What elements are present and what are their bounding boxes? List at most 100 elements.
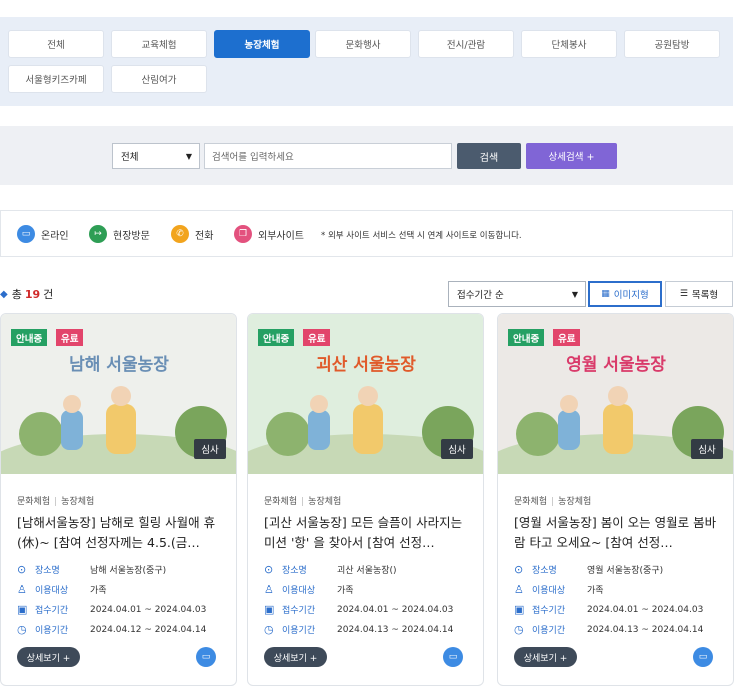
separator: | [301,497,305,507]
place-label: 장소명 [282,566,307,576]
category-tab[interactable]: 공원탐방 [624,30,720,58]
poster-title: 영월 서울농장 [566,355,666,375]
monitor-icon: ▭ [196,647,216,667]
location-pin-icon: ⊙ [17,563,27,576]
card-title[interactable]: [괴산 서울농장] 모든 슬픔이 사라지는 미션 '항' 을 찾아서 [참여 선… [264,513,470,553]
poster-title: 남해 서울농장 [69,355,169,375]
person-icon: ♙ [514,583,524,596]
apply-label: 접수기간 [532,606,566,616]
place-label: 장소명 [532,566,557,576]
location-pin-icon: ⊙ [264,563,274,576]
monitor-icon: ▭ [17,225,35,243]
person-icon: ♙ [17,583,27,596]
clock-icon: ◷ [514,623,524,636]
method-legend: ▭ 온라인 ↦ 현장방문 ✆ 전화 ❐ 외부사이트 * 외부 사이트 서비스 선… [0,210,733,257]
legend-phone-label: 전화 [195,230,214,242]
program-card[interactable]: 영월 서울농장 안내중 유료 심사 문화체험 | 농장체험 [영월 서울농장] 봄이… [497,313,734,686]
place-label: 장소명 [35,566,60,576]
target-value: 가족 [587,586,604,596]
place-value: 괴산 서울농장() [337,566,397,576]
card-category: 문화체험 [514,497,548,507]
category-tab[interactable]: 전시/관람 [418,30,514,58]
card-category: 농장체험 [308,497,342,507]
legend-external: ❐ 외부사이트 [234,225,304,243]
place-row: ⊙ 장소명 영월 서울농장(중구) [514,563,663,576]
category-tab[interactable]: 전체 [8,30,104,58]
location-pin-icon: ⊙ [514,563,524,576]
detail-button[interactable]: 상세보기 + [17,647,80,667]
fee-badge: 유료 [553,329,581,346]
door-enter-icon: ↦ [89,225,107,243]
place-value: 영월 서울농장(중구) [587,566,664,576]
use-label: 이용기간 [35,626,69,636]
result-count-prefix: 총 [11,288,22,301]
stack-icon: ◆ [0,288,8,300]
program-card[interactable]: 남해 서울농장 안내중 유료 심사 문화체험 | 농장체험 [남해서울농장] 남해로… [0,313,237,686]
chevron-down-icon: ▼ [185,152,192,161]
sort-value: 접수기간 순 [457,290,504,301]
apply-value: 2024.04.01 ~ 2024.04.03 [587,604,704,615]
search-button[interactable]: 검색 [457,143,521,169]
result-count: ◆ 총 19 건 [0,286,53,302]
monitor-icon: ▭ [693,647,713,667]
legend-online-label: 온라인 [41,230,69,242]
card-category: 농장체험 [558,497,592,507]
clock-icon: ◷ [264,623,274,636]
use-value: 2024.04.13 ~ 2024.04.14 [337,624,454,635]
detail-button[interactable]: 상세보기 + [514,647,577,667]
sort-select[interactable]: 접수기간 순 ▼ [448,281,586,307]
clock-icon: ◷ [17,623,27,636]
grid-icon: ▦ [601,289,610,299]
use-row: ◷ 이용기간 2024.04.13 ~ 2024.04.14 [514,623,703,636]
target-row: ♙ 이용대상 가족 [264,583,354,596]
fee-badge: 유료 [56,329,84,346]
category-tab[interactable]: 교육체험 [111,30,207,58]
category-tab[interactable]: 산림여가 [111,65,207,93]
advanced-search-button[interactable]: 상세검색 + [526,143,617,169]
result-count-suffix: 건 [43,288,54,301]
review-badge: 심사 [441,439,473,459]
apply-label: 접수기간 [35,606,69,616]
search-scope-select[interactable]: 전체 ▼ [112,143,200,169]
program-card[interactable]: 괴산 서울농장 안내중 유료 심사 문화체험 | 농장체험 [괴산 서울농장] 모든… [247,313,484,686]
review-badge: 심사 [691,439,723,459]
card-categories: 문화체험 | 농장체험 [17,494,94,507]
card-category: 문화체험 [17,497,51,507]
status-badge: 안내중 [508,329,545,346]
status-badge: 안내중 [258,329,295,346]
apply-row: ▣ 접수기간 2024.04.01 ~ 2024.04.03 [514,603,703,616]
phone-icon: ✆ [171,225,189,243]
card-categories: 문화체험 | 농장체험 [514,494,591,507]
use-value: 2024.04.12 ~ 2024.04.14 [90,624,207,635]
card-title[interactable]: [영월 서울농장] 봄이 오는 영월로 봄바람 타고 오세요~ [참여 선정… [514,513,720,553]
apply-value: 2024.04.01 ~ 2024.04.03 [90,604,207,615]
category-tab[interactable]: 농장체험 [214,30,310,58]
place-row: ⊙ 장소명 괴산 서울농장() [264,563,397,576]
category-tab[interactable]: 문화행사 [315,30,411,58]
category-tab[interactable]: 단체봉사 [521,30,617,58]
list-icon: ☰ [679,289,688,299]
status-badge: 안내중 [11,329,48,346]
result-count-number: 19 [24,287,41,301]
card-categories: 문화체험 | 농장체험 [264,494,341,507]
target-row: ♙ 이용대상 가족 [514,583,604,596]
target-label: 이용대상 [282,586,316,596]
review-badge: 심사 [194,439,226,459]
fee-badge: 유료 [303,329,331,346]
view-list-button[interactable]: ☰ 목록형 [665,281,733,307]
calendar-icon: ▣ [514,603,525,616]
view-image-button[interactable]: ▦ 이미지형 [588,281,662,307]
use-label: 이용기간 [532,626,566,636]
separator: | [54,497,58,507]
external-site-icon: ❐ [234,225,252,243]
detail-button[interactable]: 상세보기 + [264,647,327,667]
category-tab[interactable]: 서울형키즈카페 [8,65,104,93]
card-title[interactable]: [남해서울농장] 남해로 힐링 사월애 휴(休)~ [참여 선정자께는 4.5.… [17,513,223,553]
target-label: 이용대상 [532,586,566,596]
target-value: 가족 [337,586,354,596]
search-input[interactable]: 검색어를 입력하세요 [204,143,452,169]
calendar-icon: ▣ [17,603,28,616]
place-row: ⊙ 장소명 남해 서울농장(중구) [17,563,166,576]
card-category: 농장체험 [61,497,95,507]
legend-note: * 외부 사이트 서비스 선택 시 연계 사이트로 이동합니다. [321,231,522,241]
